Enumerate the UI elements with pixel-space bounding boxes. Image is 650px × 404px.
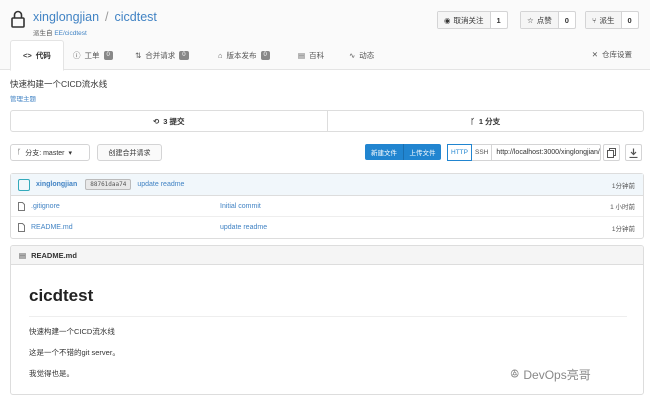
watermark: ꔮ DevOps亮哥 [510, 366, 591, 383]
copy-icon [607, 147, 616, 158]
repo-stats-bar: ⟲ 3 提交 ᚴ1 分支 [10, 110, 644, 132]
code-icon: <> [23, 51, 32, 60]
file-time: 1 小时前 [610, 204, 635, 211]
releases-count-badge: 0 [260, 50, 270, 60]
eye-icon: ◉ [444, 15, 451, 25]
commits-label: 3 提交 [163, 116, 185, 126]
star-button[interactable]: ☆ 点赞 0 [520, 11, 576, 29]
watch-count[interactable]: 1 [491, 12, 507, 28]
clone-url-group: HTTP SSH http://localhost:3000/xinglongj… [447, 144, 602, 161]
branch-label: 分支: master [25, 149, 65, 157]
issue-icon: ⓘ [73, 50, 81, 60]
commit-message-link[interactable]: update readme [137, 181, 184, 188]
file-commit-link[interactable]: Initial commit [220, 203, 261, 210]
tab-label: 版本发布 [226, 50, 257, 60]
tab-activity[interactable]: ∿ 动态 [349, 40, 374, 70]
lock-icon [11, 10, 25, 28]
watch-label: 取消关注 [453, 15, 484, 25]
readme-title: cicdtest [29, 286, 627, 317]
tab-pull-requests[interactable]: ⇅ 合并请求 0 [135, 40, 189, 70]
file-name-link[interactable]: .gitignore [31, 203, 220, 210]
avatar[interactable] [18, 178, 30, 191]
path-separator: / [105, 10, 109, 24]
watermark-text: DevOps亮哥 [523, 368, 591, 382]
tab-label: 工单 [84, 50, 100, 60]
commits-count-link[interactable]: ⟲ 3 提交 [11, 111, 327, 131]
copy-url-button[interactable] [603, 144, 620, 161]
upload-file-button[interactable]: 上传文件 [403, 144, 441, 160]
book-icon: ▤ [19, 250, 27, 260]
new-pull-request-button[interactable]: 创建合并请求 [97, 144, 162, 161]
file-time: 1分钟前 [611, 225, 635, 233]
table-row: README.md update readme 1分钟前 [11, 217, 643, 238]
branch-selector[interactable]: ᚴ 分支: master ▾ [10, 144, 90, 161]
file-name-link[interactable]: README.md [31, 224, 220, 231]
repo-description: 快速构建一个CICD流水线 [10, 79, 108, 89]
readme-header: ▤ README.md [11, 246, 643, 265]
tools-icon: ✕ [591, 50, 598, 59]
tab-releases[interactable]: ⌂ 版本发布 0 [218, 40, 270, 70]
fork-icon: ⑂ [592, 15, 597, 25]
readme-filename: README.md [31, 250, 77, 260]
caret-down-icon: ▾ [68, 149, 73, 157]
tab-code[interactable]: <> 代码 [10, 40, 64, 71]
download-button[interactable] [625, 144, 642, 161]
pull-request-icon: ⇅ [135, 50, 142, 60]
tab-label: 动态 [359, 50, 375, 60]
fork-button[interactable]: ⑂ 派生 0 [585, 11, 639, 29]
table-row: .gitignore Initial commit 1 小时前 [11, 196, 643, 217]
fork-source: 派生自 EE/cicdtest [33, 27, 87, 37]
star-icon: ☆ [527, 15, 534, 25]
readme-line: 我觉得也是。 [29, 369, 74, 378]
file-icon [18, 201, 25, 211]
history-icon: ⟲ [152, 116, 160, 126]
branches-count-link[interactable]: ᚴ1 分支 [326, 111, 644, 131]
tab-label: 百科 [309, 50, 325, 60]
file-commit-link[interactable]: update readme [220, 224, 267, 231]
tab-label: 合并请求 [145, 50, 176, 60]
branch-icon: ᚴ [470, 116, 475, 126]
repo-title: xinglongjian / cicdtest [33, 10, 157, 24]
readme-line: 快速构建一个CICD流水线 [29, 327, 115, 336]
http-clone-button[interactable]: HTTP [447, 144, 472, 161]
ssh-clone-button[interactable]: SSH [472, 145, 491, 160]
star-label: 点赞 [536, 15, 552, 25]
watch-button[interactable]: ◉ 取消关注 1 [437, 11, 508, 29]
tab-label: 代码 [35, 51, 51, 60]
manage-topics-link[interactable]: 管理主题 [10, 93, 36, 103]
star-count[interactable]: 0 [559, 12, 575, 28]
clone-url-input[interactable]: http://localhost:3000/xinglongjian/cicdt… [491, 145, 600, 160]
latest-commit-row: xinglongjian 88761daa74 update readme 1分… [11, 174, 643, 196]
tab-issues[interactable]: ⓘ 工单 0 [73, 40, 113, 70]
commit-author-link[interactable]: xinglongjian [36, 181, 77, 188]
new-file-button[interactable]: 新建文件 [365, 144, 403, 160]
download-icon [629, 148, 638, 158]
branches-label: 1 分支 [478, 116, 501, 126]
readme-line: 这是一个不错的git server。 [29, 348, 120, 357]
tab-wiki[interactable]: ▤ 百科 [298, 40, 324, 70]
settings-label: 仓库设置 [602, 50, 632, 59]
pr-count-badge: 0 [179, 50, 189, 60]
wechat-icon: ꔮ [510, 367, 520, 381]
commit-time: 1分钟前 [611, 182, 635, 190]
book-icon: ▤ [298, 50, 306, 60]
file-list: xinglongjian 88761daa74 update readme 1分… [10, 173, 644, 239]
branch-icon: ᚴ [17, 149, 22, 156]
repo-header: xinglongjian / cicdtest 派生自 EE/cicdtest ◉ 取… [0, 0, 650, 71]
repo-owner-link[interactable]: xinglongjian [33, 10, 99, 24]
pulse-icon: ∿ [349, 50, 356, 60]
repo-tabs: <> 代码 ⓘ 工单 0 ⇅ 合并请求 0 ⌂ 版本发布 0 ▤ 百科 ∿ 动态 ✕ 仓库设置 [0, 40, 650, 71]
fork-from-label: 派生自 [33, 30, 53, 37]
commit-sha-button[interactable]: 88761daa74 [85, 179, 132, 190]
issues-count-badge: 0 [103, 50, 113, 60]
repo-name-link[interactable]: cicdtest [115, 10, 157, 24]
fork-count[interactable]: 0 [622, 12, 638, 28]
fork-source-link[interactable]: EE/cicdtest [54, 30, 87, 37]
fork-label: 派生 [599, 15, 615, 25]
file-icon [18, 223, 25, 232]
repo-settings-link[interactable]: ✕ 仓库设置 [592, 49, 632, 60]
tag-icon: ⌂ [218, 50, 223, 60]
